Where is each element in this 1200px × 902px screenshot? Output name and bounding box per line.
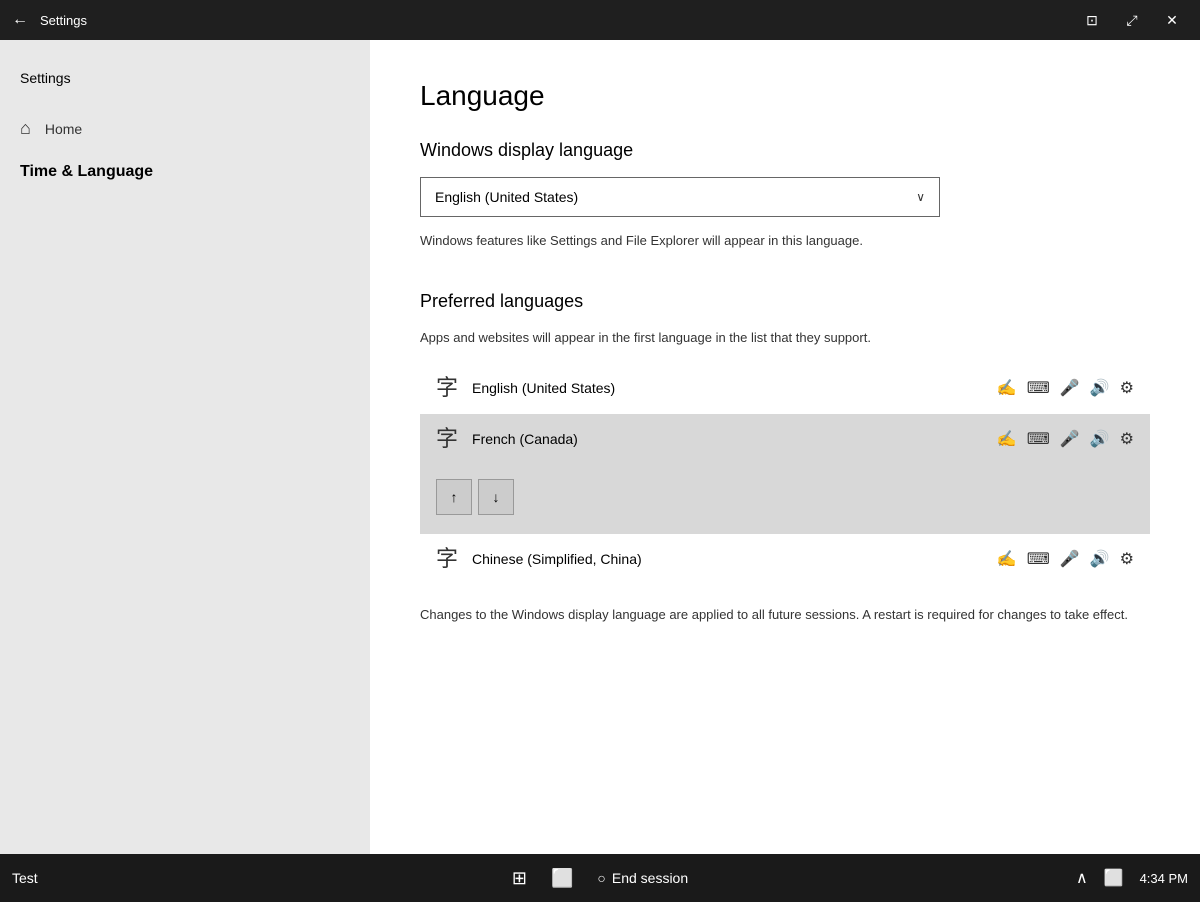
lang-feature-icons-french: ✍ ⌨ 🎤 🔊 ⚙	[997, 429, 1134, 449]
window-title: Settings	[40, 13, 1076, 28]
lang-item-left-english: 字 English (United States)	[436, 377, 615, 399]
notification-icon[interactable]: ⬜	[1104, 868, 1124, 888]
taskbar-center: ⊞ ⬜ ○ End session	[512, 868, 688, 889]
taskbar: Test ⊞ ⬜ ○ End session ∧ ⬜ 4:34 PM	[0, 854, 1200, 902]
lang-item-left-french: 字 French (Canada)	[436, 428, 578, 450]
mic-icon-zh: 🎤	[1060, 549, 1080, 569]
lang-name-french: French (Canada)	[472, 431, 578, 447]
lang-feature-icons-english: ✍ ⌨ 🎤 🔊 ⚙	[997, 378, 1134, 398]
back-button[interactable]: ←	[12, 11, 28, 29]
sidebar-item-home[interactable]: ⌂ Home	[0, 106, 370, 151]
move-buttons-container: ↑ ↓	[420, 465, 1150, 534]
lang-item-english[interactable]: 字 English (United States) ✍ ⌨ 🎤 🔊 ⚙	[420, 363, 1150, 414]
taskbar-app-name: Test	[12, 870, 132, 886]
options-icon-fr: ⚙	[1120, 429, 1134, 449]
chevron-down-icon: ∨	[916, 190, 925, 204]
windows-start-icon[interactable]: ⊞	[512, 868, 527, 889]
chevron-up-icon[interactable]: ∧	[1076, 868, 1088, 888]
lang-name-chinese: Chinese (Simplified, China)	[472, 551, 642, 567]
options-icon: ⚙	[1120, 378, 1134, 398]
lang-feature-icons-chinese: ✍ ⌨ 🎤 🔊 ⚙	[997, 549, 1134, 569]
keyboard-icon-zh: ⌨	[1027, 549, 1050, 569]
sidebar-header: Settings	[0, 60, 370, 106]
lang-name-english: English (United States)	[472, 380, 615, 396]
taskbar-right: ∧ ⬜ 4:34 PM	[1076, 868, 1188, 888]
display-lang-desc: Windows features like Settings and File …	[420, 231, 1150, 251]
sidebar-item-time-language[interactable]: Time & Language	[0, 151, 370, 193]
mic-icon-fr: 🎤	[1060, 429, 1080, 449]
page-title: Language	[420, 80, 1150, 112]
end-session-button[interactable]: ○ End session	[597, 870, 688, 886]
text-to-speech-icon-fr: 🔊	[1090, 429, 1110, 449]
language-list: 字 English (United States) ✍ ⌨ 🎤 🔊 ⚙ 字 Fr…	[420, 363, 1150, 585]
preferred-lang-section-title: Preferred languages	[420, 291, 1150, 312]
task-view-icon[interactable]: ⬜	[551, 868, 573, 889]
handwriting-icon: ✍	[997, 378, 1017, 398]
close-button[interactable]: ✕	[1156, 4, 1188, 36]
display-lang-value: English (United States)	[435, 189, 578, 205]
lang-icon-chinese: 字	[436, 548, 458, 570]
text-to-speech-icon-zh: 🔊	[1090, 549, 1110, 569]
keyboard-icon: ⌨	[1027, 378, 1050, 398]
sidebar-active-label: Time & Language	[20, 163, 153, 180]
expand-button[interactable]: ⤢	[1116, 4, 1148, 36]
handwriting-icon-fr: ✍	[997, 429, 1017, 449]
home-icon: ⌂	[20, 118, 31, 139]
end-session-circle-icon: ○	[597, 870, 605, 886]
move-up-button[interactable]: ↑	[436, 479, 472, 515]
mic-icon: 🎤	[1060, 378, 1080, 398]
preferred-lang-desc: Apps and websites will appear in the fir…	[420, 328, 1150, 348]
lang-item-chinese[interactable]: 字 Chinese (Simplified, China) ✍ ⌨ 🎤 🔊 ⚙	[420, 534, 1150, 585]
main-layout: Settings ⌂ Home Time & Language Language…	[0, 40, 1200, 854]
lang-icon-french: 字	[436, 428, 458, 450]
text-to-speech-icon: 🔊	[1090, 378, 1110, 398]
sidebar-home-label: Home	[45, 121, 82, 137]
taskbar-time: 4:34 PM	[1140, 871, 1188, 886]
window-controls: ⊡ ⤢ ✕	[1076, 4, 1188, 36]
title-bar: ← Settings ⊡ ⤢ ✕	[0, 0, 1200, 40]
display-lang-dropdown[interactable]: English (United States) ∨	[420, 177, 940, 217]
end-session-label: End session	[612, 870, 688, 886]
options-icon-zh: ⚙	[1120, 549, 1134, 569]
lang-icon-english: 字	[436, 377, 458, 399]
sidebar: Settings ⌂ Home Time & Language	[0, 40, 370, 854]
move-down-button[interactable]: ↓	[478, 479, 514, 515]
handwriting-icon-zh: ✍	[997, 549, 1017, 569]
display-lang-dropdown-wrapper: English (United States) ∨	[420, 177, 1150, 217]
note-text: Changes to the Windows display language …	[420, 605, 1150, 625]
content-area: Language Windows display language Englis…	[370, 40, 1200, 854]
lang-item-french[interactable]: 字 French (Canada) ✍ ⌨ 🎤 🔊 ⚙	[420, 414, 1150, 465]
display-lang-section-title: Windows display language	[420, 140, 1150, 161]
keyboard-icon-fr: ⌨	[1027, 429, 1050, 449]
pin-button[interactable]: ⊡	[1076, 4, 1108, 36]
section-spacer	[420, 267, 1150, 291]
move-buttons: ↑ ↓	[436, 479, 514, 525]
lang-item-left-chinese: 字 Chinese (Simplified, China)	[436, 548, 642, 570]
